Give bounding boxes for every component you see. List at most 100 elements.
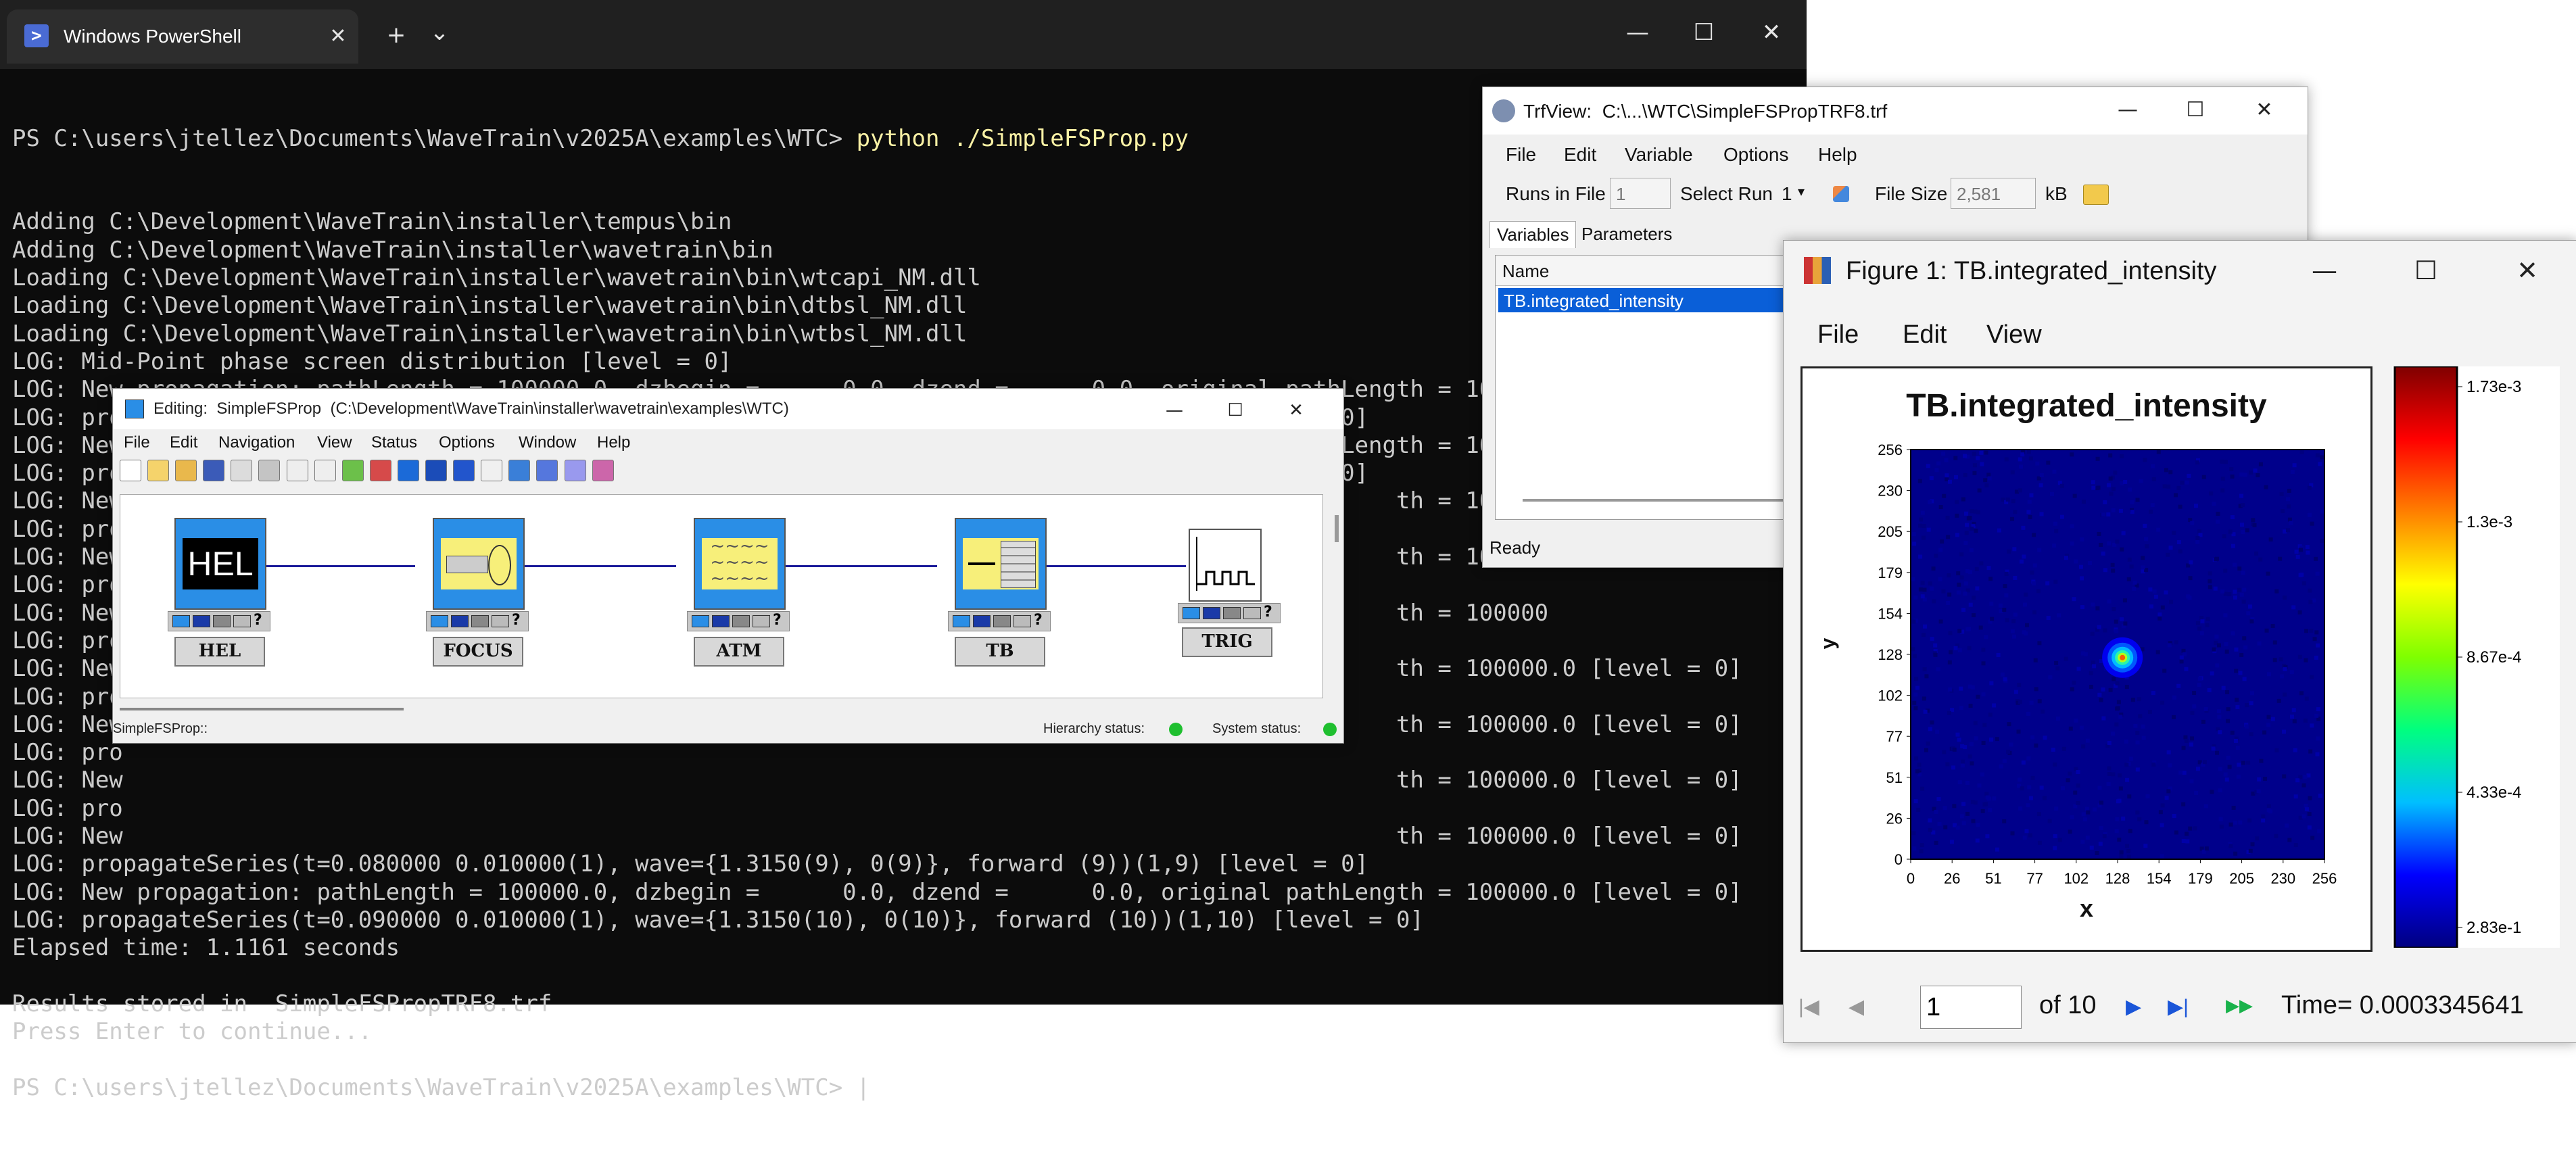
powershell-tab[interactable]: > Windows PowerShell ✕ bbox=[7, 9, 358, 64]
menu-options[interactable]: Options bbox=[1723, 144, 1789, 166]
minimize-icon[interactable]: — bbox=[1617, 12, 1658, 53]
first-frame-icon[interactable]: |◀ bbox=[1798, 995, 1819, 1019]
connection-wire[interactable] bbox=[523, 565, 676, 567]
port-icon[interactable] bbox=[431, 615, 448, 627]
open-folder-icon[interactable] bbox=[147, 460, 170, 481]
editor-title-bar[interactable]: Editing: SimpleFSProp (C:\Development\Wa… bbox=[113, 389, 1343, 429]
menu-options[interactable]: Options bbox=[439, 433, 495, 452]
save-icon[interactable] bbox=[203, 460, 225, 481]
menu-file[interactable]: File bbox=[124, 433, 150, 452]
horizontal-scrollbar[interactable] bbox=[120, 708, 404, 710]
port-icon[interactable] bbox=[712, 615, 730, 627]
up-level-icon[interactable] bbox=[341, 460, 364, 481]
add-connection-icon[interactable] bbox=[425, 460, 448, 481]
run-system-icon[interactable] bbox=[508, 460, 531, 481]
connection-wire[interactable] bbox=[265, 565, 415, 567]
menu-file[interactable]: File bbox=[1506, 144, 1536, 166]
column-header-name[interactable]: Name bbox=[1502, 261, 1549, 282]
run-all-icon[interactable] bbox=[536, 460, 558, 481]
open-recent-icon[interactable] bbox=[175, 460, 197, 481]
menu-edit[interactable]: Edit bbox=[1564, 144, 1596, 166]
next-frame-icon[interactable]: ▶ bbox=[2126, 995, 2141, 1019]
close-icon[interactable]: ✕ bbox=[2507, 250, 2548, 291]
port-icon[interactable] bbox=[1183, 607, 1200, 619]
maximize-icon[interactable]: ☐ bbox=[2175, 90, 2216, 130]
help-icon[interactable]: ? bbox=[1264, 604, 1272, 621]
close-icon[interactable]: ✕ bbox=[2244, 90, 2285, 130]
menu-view[interactable]: View bbox=[1986, 320, 2042, 349]
block-ports[interactable]: ? bbox=[426, 611, 529, 631]
port-icon[interactable] bbox=[471, 615, 489, 627]
menu-variable[interactable]: Variable bbox=[1625, 144, 1693, 166]
properties-icon[interactable] bbox=[369, 460, 391, 481]
block-ports[interactable]: ? bbox=[1178, 603, 1281, 623]
chevron-down-icon[interactable]: ▾ bbox=[1798, 183, 1805, 200]
new-file-icon[interactable] bbox=[120, 460, 141, 481]
help-icon[interactable]: ? bbox=[254, 612, 262, 629]
port-icon[interactable] bbox=[692, 615, 709, 627]
plot-icon[interactable] bbox=[1833, 186, 1849, 202]
zoom-in-icon[interactable] bbox=[564, 460, 586, 481]
port-icon[interactable] bbox=[732, 615, 750, 627]
minimize-icon[interactable]: — bbox=[2304, 250, 2345, 291]
maximize-icon[interactable]: ☐ bbox=[2406, 250, 2446, 291]
menu-file[interactable]: File bbox=[1817, 320, 1859, 349]
close-icon[interactable]: ✕ bbox=[1276, 390, 1316, 431]
connection-wire[interactable] bbox=[784, 565, 937, 567]
block-diagram-canvas[interactable]: HEL ? HEL ? FOCUS ~~~~ ~~~~ ~~~~ ? ATM ?… bbox=[120, 494, 1339, 698]
help-icon[interactable]: ? bbox=[1034, 612, 1043, 629]
port-icon[interactable] bbox=[953, 615, 970, 627]
port-icon[interactable] bbox=[451, 615, 469, 627]
menu-navigation[interactable]: Navigation bbox=[218, 433, 295, 452]
block-ports[interactable]: ? bbox=[687, 611, 790, 631]
add-block-icon[interactable] bbox=[397, 460, 419, 481]
menu-help[interactable]: Help bbox=[1818, 144, 1857, 166]
port-icon[interactable] bbox=[213, 615, 231, 627]
port-icon[interactable] bbox=[973, 615, 991, 627]
close-icon[interactable]: ✕ bbox=[1751, 12, 1792, 53]
minimize-icon[interactable]: — bbox=[2107, 90, 2148, 130]
vertical-scrollbar[interactable] bbox=[1335, 515, 1339, 542]
close-tab-icon[interactable]: ✕ bbox=[318, 16, 358, 57]
minimize-icon[interactable]: — bbox=[1154, 390, 1195, 431]
select-run-dropdown[interactable]: 1 bbox=[1782, 183, 1792, 205]
open-folder-icon[interactable] bbox=[2083, 185, 2109, 205]
port-icon[interactable] bbox=[1203, 607, 1220, 619]
new-tab-icon[interactable]: + bbox=[376, 15, 416, 55]
maximize-icon[interactable]: ☐ bbox=[1684, 12, 1724, 53]
menu-edit[interactable]: Edit bbox=[1903, 320, 1947, 349]
help-icon[interactable]: ? bbox=[773, 612, 782, 629]
help-icon[interactable]: ? bbox=[512, 612, 521, 629]
block-ports[interactable]: ? bbox=[948, 611, 1051, 631]
document-icon[interactable] bbox=[481, 460, 503, 481]
menu-status[interactable]: Status bbox=[371, 433, 417, 452]
trfview-title-bar[interactable]: TrfView: C:\...\WTC\SimpleFSPropTRF8.trf… bbox=[1483, 87, 2308, 135]
port-icon[interactable] bbox=[172, 615, 190, 627]
port-icon[interactable] bbox=[233, 615, 251, 627]
connection-wire[interactable] bbox=[1044, 565, 1186, 567]
figure-title-bar[interactable]: Figure 1: TB.integrated_intensity — ☐ ✕ bbox=[1784, 241, 2576, 301]
cut-icon[interactable] bbox=[286, 460, 308, 481]
play-icon[interactable]: ▶▶ bbox=[2226, 995, 2253, 1016]
port-icon[interactable] bbox=[1013, 615, 1031, 627]
fit-view-icon[interactable] bbox=[314, 460, 336, 481]
tab-variables[interactable]: Variables bbox=[1489, 221, 1577, 248]
add-output-icon[interactable] bbox=[453, 460, 475, 481]
block-ports[interactable]: ? bbox=[168, 611, 270, 631]
heatmap-plot-panel[interactable]: TB.integrated_intensity 0 26 51 77 102 128 154… bbox=[1800, 366, 2372, 952]
last-frame-icon[interactable]: ▶| bbox=[2168, 995, 2189, 1019]
previous-frame-icon[interactable]: ◀ bbox=[1848, 995, 1864, 1019]
chevron-down-icon[interactable]: ⌄ bbox=[419, 12, 460, 53]
port-icon[interactable] bbox=[1243, 607, 1261, 619]
frame-number-input[interactable]: 1 bbox=[1920, 986, 2022, 1029]
zoom-out-icon[interactable] bbox=[592, 460, 614, 481]
menu-view[interactable]: View bbox=[317, 433, 352, 452]
tab-parameters[interactable]: Parameters bbox=[1581, 224, 1672, 245]
port-icon[interactable] bbox=[753, 615, 770, 627]
menu-help[interactable]: Help bbox=[597, 433, 630, 452]
port-icon[interactable] bbox=[1223, 607, 1241, 619]
menu-edit[interactable]: Edit bbox=[170, 433, 197, 452]
maximize-icon[interactable]: ☐ bbox=[1215, 390, 1256, 431]
port-icon[interactable] bbox=[492, 615, 509, 627]
port-icon[interactable] bbox=[193, 615, 210, 627]
